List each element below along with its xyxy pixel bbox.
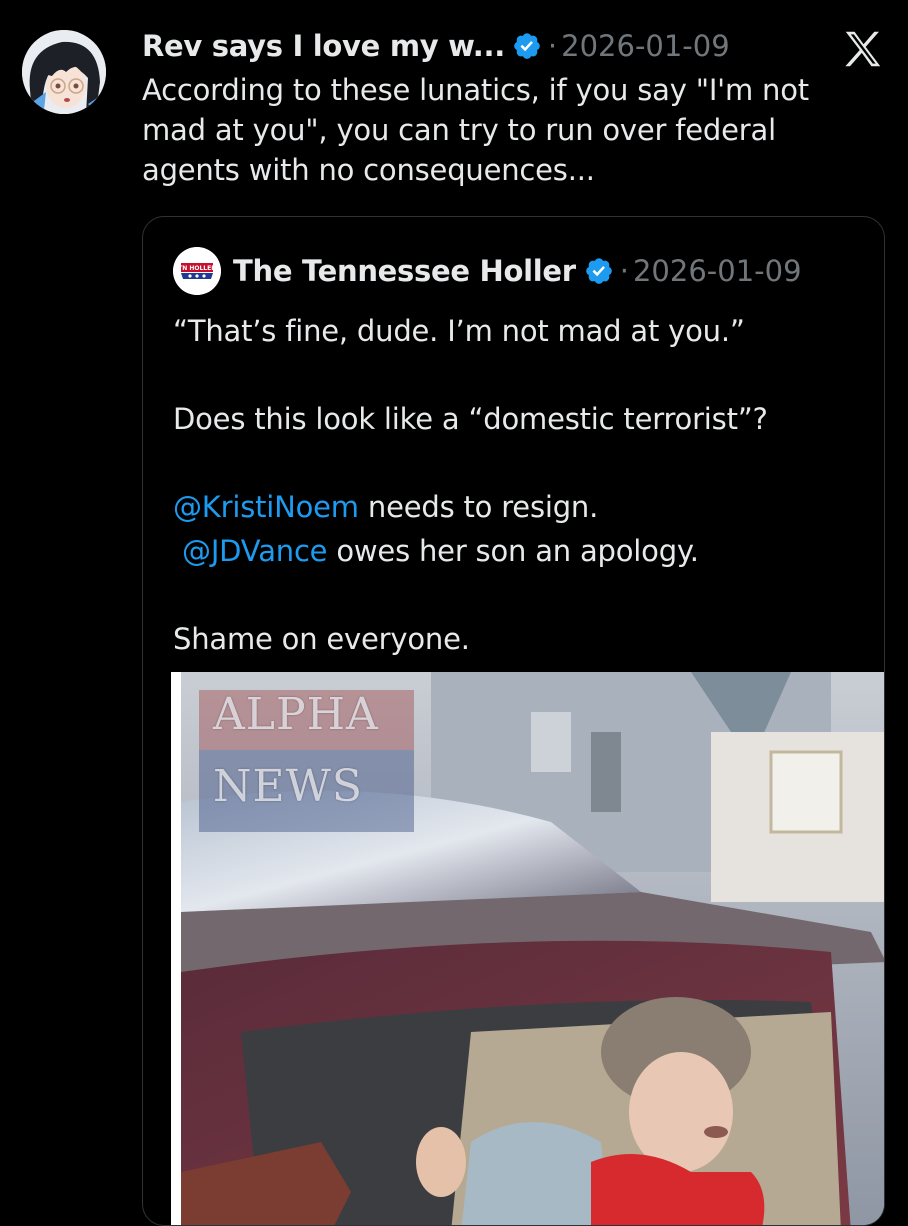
tweet: Rev says I love my w... · 2026-01-09 Acc… (0, 0, 908, 1226)
verified-badge-icon (585, 258, 612, 284)
watermark-line: NEWS (213, 761, 363, 812)
author-name[interactable]: Rev says I love my w... (142, 29, 505, 63)
quoted-paragraph: Shame on everyone. (173, 622, 470, 656)
quoted-tweet-header: TN HOLLER The Tennessee Holler · 2026-01… (173, 247, 802, 295)
quoted-tweet-text: “That’s fine, dude. I’m not mad at you.”… (173, 309, 863, 705)
mention-link[interactable]: @KristiNoem (173, 490, 359, 524)
verified-badge-icon (514, 33, 540, 59)
watermark-line: ALPHA (213, 689, 379, 740)
tweet-text: According to these lunatics, if you say … (142, 73, 809, 187)
quoted-paragraph: @KristiNoem needs to resign. (173, 485, 863, 529)
quoted-paragraph: “That’s fine, dude. I’m not mad at you.” (173, 314, 745, 348)
author-avatar[interactable] (22, 30, 106, 114)
quoted-author-avatar[interactable]: TN HOLLER (173, 247, 221, 295)
quoted-tweet-date[interactable]: 2026-01-09 (633, 254, 802, 288)
quoted-author-name[interactable]: The Tennessee Holler (233, 254, 576, 288)
quoted-video-thumbnail[interactable]: ALPHA NEWS (171, 672, 884, 1225)
quoted-paragraph: @JDVance owes her son an apology. (173, 529, 863, 573)
quoted-text-fragment: owes her son an apology. (327, 534, 699, 568)
quoted-avatar-text: TN HOLLER (178, 265, 216, 272)
x-logo-icon (845, 31, 881, 67)
tweet-date[interactable]: 2026-01-09 (561, 29, 730, 63)
quoted-text-fragment: needs to resign. (358, 490, 599, 524)
quoted-header-separator: · (619, 254, 629, 288)
header-separator: · (547, 29, 558, 63)
watermark-text: ALPHA NEWS (213, 686, 379, 816)
news-watermark: ALPHA NEWS (199, 680, 414, 832)
mention-link[interactable]: @JDVance (182, 534, 328, 568)
tweet-header: Rev says I love my w... · 2026-01-09 (142, 26, 730, 66)
quoted-tweet-card[interactable]: TN HOLLER The Tennessee Holler · 2026-01… (142, 216, 885, 1226)
quoted-paragraph: Does this look like a “domestic terroris… (173, 402, 768, 436)
